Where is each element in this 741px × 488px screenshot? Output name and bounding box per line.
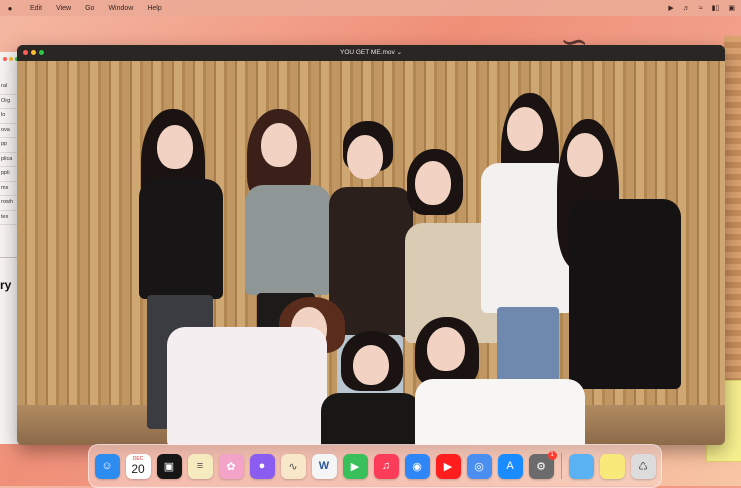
minimize-button[interactable] [31,50,36,55]
menu-bar: ● Edit View Go Window Help ▶ ♬ ≈ ▮▯ ▣ [0,0,741,16]
player-title-bar[interactable]: YOU GET ME.mov ⌄ [17,45,725,61]
video-title[interactable]: YOU GET ME.mov ⌄ [340,49,402,56]
status-area: ▶ ♬ ≈ ▮▯ ▣ [668,0,735,16]
youtube-icon[interactable]: ▶ [435,453,461,479]
notification-badge: 1 [547,450,557,460]
fullscreen-button[interactable] [39,50,44,55]
display-icon[interactable]: ▣ [728,4,735,12]
calendar-icon[interactable]: DEC 20 [125,453,151,479]
menu-view[interactable]: View [56,5,71,12]
freeform-icon[interactable]: ∿ [280,453,306,479]
youtube-icon-glyph: ▶ [443,460,453,473]
list-item[interactable]: ral [0,80,18,95]
play-icon[interactable]: ▶ [668,4,673,12]
calendar-day: 20 [131,462,145,476]
music-icon[interactable]: ♫ [373,453,399,479]
app-store-icon[interactable]: A [497,453,523,479]
list-item[interactable]: plica [0,153,18,167]
chrome-icon[interactable]: ◎ [466,453,492,479]
apple-menu-icon[interactable]: ● [4,4,16,13]
trash-icon[interactable]: ♺ [630,453,656,479]
menu-help[interactable]: Help [147,5,161,12]
black-square-icon-glyph: ▣ [163,460,175,473]
dock-separator [560,453,562,479]
facetime-icon[interactable]: ▶ [342,453,368,479]
calendar-month: DEC [132,455,144,462]
facetime-icon-glyph: ▶ [350,460,360,473]
minimize-dot-icon[interactable] [9,57,13,61]
video-frame[interactable] [17,61,725,445]
menu-go[interactable]: Go [85,5,94,12]
video-player-window[interactable]: YOU GET ME.mov ⌄ [17,45,725,445]
menu-edit[interactable]: Edit [30,5,42,12]
divider [0,257,18,258]
notes-icon[interactable]: ≡ [187,453,213,479]
list-item[interactable]: tes [0,211,18,225]
freeform-icon-glyph: ∿ [288,460,298,473]
siri-icon[interactable]: ● [249,453,275,479]
battery-icon[interactable]: ▮▯ [712,4,720,12]
chrome-icon-glyph: ◎ [474,460,484,473]
background-window-heading: ry [0,278,12,292]
list-item[interactable]: pp [0,138,18,153]
finder-icon[interactable]: ☺ [94,453,120,479]
list-item[interactable]: ova [0,124,18,138]
safari-icon[interactable]: ◉ [404,453,430,479]
notes-icon-glyph: ≡ [196,460,204,472]
list-item[interactable]: ms [0,182,18,196]
list-item[interactable]: Org [0,95,18,109]
list-item[interactable]: lo [0,109,18,124]
word-icon[interactable]: W [311,453,337,479]
word-icon-glyph: W [318,460,330,472]
app-store-icon-glyph: A [506,460,514,472]
safari-icon-glyph: ◉ [412,460,422,473]
background-window-list: ral Org lo ova pp plica ppli ms rowh tes [0,80,18,225]
black-square-icon[interactable]: ▣ [156,453,182,479]
settings-icon[interactable]: ⚙ 1 [528,450,557,479]
list-item[interactable]: rowh [0,196,18,211]
photos-icon[interactable]: ✿ [218,453,244,479]
trash-icon-glyph: ♺ [638,460,648,473]
settings-icon-glyph: ⚙ [536,460,546,473]
finder-icon-glyph: ☺ [101,460,113,472]
window-controls [23,50,44,55]
photos-icon-glyph: ✿ [226,460,236,473]
wifi-icon[interactable]: ≈ [699,5,703,12]
stickies-icon[interactable] [599,453,625,479]
music-icon-glyph: ♫ [381,460,391,472]
siri-icon-glyph: ● [258,460,266,472]
list-item[interactable]: ppli [0,167,18,182]
folder-icon[interactable] [568,453,594,479]
dock: ☺ DEC 20 ▣ ≡ ✿ ● ∿ W ▶ ♫ ◉ ▶ ◎ A ⚙ 1 ♺ [88,444,662,488]
volume-icon[interactable]: ♬ [683,5,690,12]
menu-window[interactable]: Window [108,5,133,12]
close-dot-icon[interactable] [3,57,7,61]
close-button[interactable] [23,50,28,55]
